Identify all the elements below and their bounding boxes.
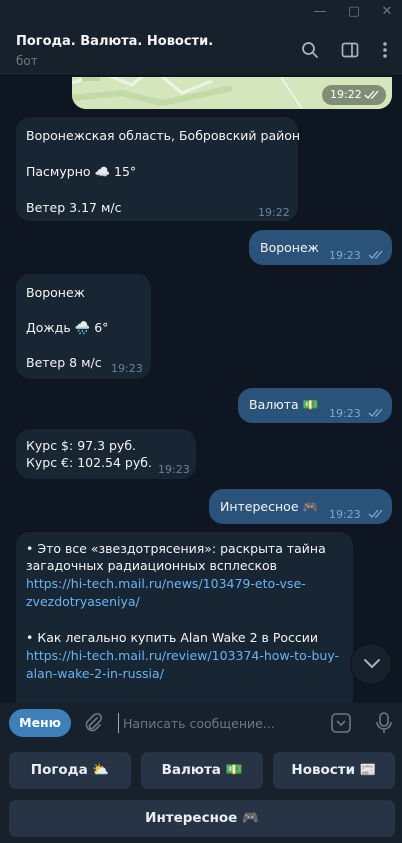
search-icon[interactable] bbox=[300, 40, 320, 60]
message-input[interactable] bbox=[118, 713, 318, 733]
chat-title: Погода. Валюта. Новости. bbox=[16, 34, 214, 49]
window-titlebar: — ▢ ✕ bbox=[0, 0, 402, 24]
emoji-icon[interactable] bbox=[330, 712, 352, 734]
news-link[interactable]: https://hi-tech.mail.ru/news/103479-eto-… bbox=[26, 575, 306, 592]
double-check-icon bbox=[368, 408, 383, 417]
news-headline: • Как легально купить Alan Wake 2 в Росс… bbox=[26, 630, 319, 645]
news-link[interactable]: zvezdotryaseniya/ bbox=[26, 593, 140, 610]
message-text: Курс $: 97.3 руб. bbox=[26, 438, 137, 453]
message-text: Воронеж bbox=[260, 240, 319, 255]
keyboard-button-news[interactable]: Новости 📰 bbox=[273, 752, 395, 789]
message-text: Дождь 🌧️ 6° bbox=[26, 320, 109, 335]
news-headline: загадочных радиационных всплесков bbox=[26, 558, 278, 573]
keyboard-button-currency[interactable]: Валюта 💵 bbox=[141, 752, 263, 789]
message-time: 19:23 bbox=[111, 362, 143, 375]
message-time: 19:23 bbox=[329, 407, 361, 420]
map-time-badge: 19:22 bbox=[322, 85, 386, 105]
incoming-message[interactable]: Воронеж Дождь 🌧️ 6° Ветер 8 м/с 19:23 bbox=[16, 274, 151, 379]
more-vertical-icon[interactable] bbox=[375, 40, 395, 60]
bot-keyboard: Погода ⛅ Валюта 💵 Новости 📰 Интересное 🎮 bbox=[0, 743, 402, 843]
maximize-button[interactable]: ▢ bbox=[345, 3, 363, 21]
message-text: Воронеж bbox=[26, 285, 85, 300]
outgoing-message[interactable]: Воронеж 19:23 bbox=[249, 230, 392, 265]
sidebar-toggle-icon[interactable] bbox=[340, 40, 360, 60]
attach-icon[interactable] bbox=[82, 712, 104, 734]
message-time: 19:22 bbox=[330, 88, 362, 101]
message-text: Валюта 💵 bbox=[249, 397, 319, 412]
menu-button[interactable]: Меню bbox=[9, 709, 71, 737]
keyboard-button-weather[interactable]: Погода ⛅ bbox=[9, 752, 131, 789]
double-check-icon bbox=[364, 90, 379, 99]
news-headline: • Это все «звездотрясения»: раскрыта тай… bbox=[26, 541, 326, 556]
message-text: Интересное 🎮 bbox=[220, 499, 319, 514]
message-text: Воронежская область, Бобровский район bbox=[26, 128, 301, 143]
message-time: 19:23 bbox=[329, 249, 361, 262]
message-composer: Меню bbox=[0, 703, 402, 743]
outgoing-message[interactable]: Интересное 🎮 19:23 bbox=[209, 489, 392, 524]
message-time: 19:23 bbox=[158, 463, 190, 476]
message-text: Ветер 8 м/с bbox=[26, 355, 102, 370]
double-check-icon bbox=[368, 250, 383, 259]
incoming-message[interactable]: • Это все «звездотрясения»: раскрыта тай… bbox=[16, 532, 353, 703]
scroll-down-button[interactable] bbox=[350, 643, 392, 685]
double-check-icon bbox=[368, 509, 383, 518]
microphone-icon[interactable] bbox=[373, 711, 395, 735]
message-text: Пасмурно ☁️ 15° bbox=[26, 164, 137, 179]
message-list[interactable]: 19:22 Воронежская область, Бобровский ра… bbox=[0, 77, 402, 703]
chat-header[interactable]: Погода. Валюта. Новости. бот bbox=[0, 24, 402, 76]
message-text: Ветер 3.17 м/с bbox=[26, 200, 122, 215]
news-link[interactable]: https://hi-tech.mail.ru/review/103374-ho… bbox=[26, 647, 339, 664]
minimize-button[interactable]: — bbox=[311, 3, 329, 21]
keyboard-button-interesting[interactable]: Интересное 🎮 bbox=[9, 800, 395, 837]
location-map-message[interactable]: 19:22 bbox=[72, 77, 392, 109]
message-time: 19:23 bbox=[329, 508, 361, 521]
incoming-message[interactable]: Воронежская область, Бобровский район Па… bbox=[16, 117, 301, 221]
close-button[interactable]: ✕ bbox=[378, 3, 396, 21]
message-text: Курс €: 102.54 руб. bbox=[26, 455, 152, 470]
outgoing-message[interactable]: Валюта 💵 19:23 bbox=[238, 388, 392, 423]
message-time: 19:22 bbox=[258, 206, 290, 219]
news-link[interactable]: alan-wake-2-in-russia/ bbox=[26, 665, 164, 682]
chevron-down-icon bbox=[364, 659, 380, 669]
incoming-message[interactable]: Курс $: 97.3 руб. Курс €: 102.54 руб. 19… bbox=[16, 429, 196, 479]
chat-subtitle: бот bbox=[16, 54, 38, 68]
